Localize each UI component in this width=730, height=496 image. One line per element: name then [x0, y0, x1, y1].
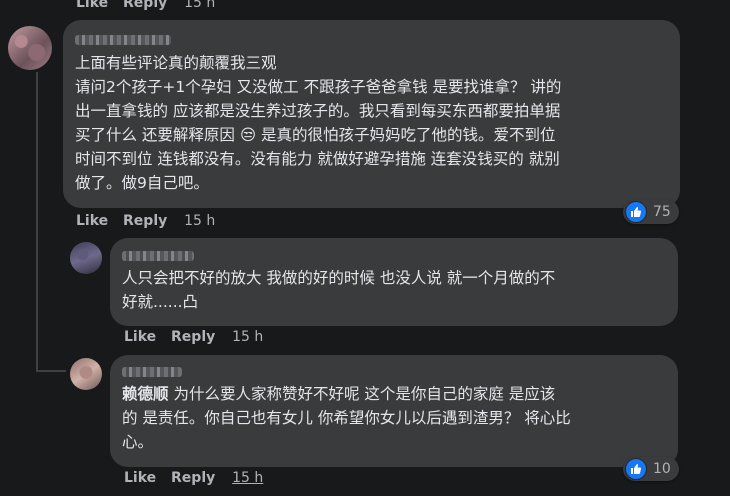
- reaction-count: 75: [653, 204, 671, 220]
- reply-link[interactable]: Reply: [171, 470, 215, 486]
- like-thumb-icon: [625, 201, 647, 223]
- comment-actions: Like Reply 15 h: [76, 213, 225, 229]
- reply-link[interactable]: Reply: [171, 329, 215, 345]
- like-link[interactable]: Like: [124, 470, 156, 486]
- like-link[interactable]: Like: [76, 213, 108, 229]
- top-comment-actions: Like Reply 15 h: [76, 0, 225, 11]
- comment-bubble: 上面有些评论真的颠覆我三观 请问2个孩子+1个孕妇 又没做工 不跟孩子爸爸拿钱 …: [63, 20, 680, 208]
- timestamp[interactable]: 15 h: [184, 0, 215, 11]
- reply-link[interactable]: Reply: [123, 213, 167, 229]
- comment-bubble: 赖德顺 为什么要人家称赞好不好呢 这个是你自己的家庭 是应该 的 是责任。你自己…: [110, 355, 678, 467]
- avatar[interactable]: [70, 242, 102, 274]
- comment-text: 上面有些评论真的颠覆我三观 请问2个孩子+1个孕妇 又没做工 不跟孩子爸爸拿钱 …: [75, 54, 562, 192]
- like-link[interactable]: Like: [76, 0, 108, 11]
- avatar[interactable]: [8, 26, 52, 70]
- comment-actions: Like Reply 15 h: [124, 470, 273, 486]
- comment-actions: Like Reply 15 h: [124, 329, 273, 345]
- thread-connector: [36, 370, 66, 372]
- reaction-count: 10: [653, 461, 671, 477]
- avatar[interactable]: [70, 358, 102, 390]
- timestamp[interactable]: 15 h: [184, 213, 215, 229]
- timestamp[interactable]: 15 h: [232, 470, 263, 486]
- thread-line: [36, 72, 38, 372]
- comment-text: 人只会把不好的放大 我做的好的时候 也没人说 就一个月做的不 好就......凸: [122, 269, 556, 311]
- like-thumb-icon: [625, 458, 647, 480]
- comment-bubble: 人只会把不好的放大 我做的好的时候 也没人说 就一个月做的不 好就......凸: [110, 238, 678, 326]
- like-link[interactable]: Like: [124, 329, 156, 345]
- author-name-blurred[interactable]: [75, 35, 171, 45]
- timestamp[interactable]: 15 h: [232, 329, 263, 345]
- author-name-blurred[interactable]: [122, 251, 194, 261]
- comment-author[interactable]: 赖德顺: [122, 385, 169, 403]
- author-name-blurred[interactable]: [122, 367, 182, 377]
- comment-text: 赖德顺 为什么要人家称赞好不好呢 这个是你自己的家庭 是应该 的 是责任。你自己…: [122, 385, 571, 451]
- reply-link[interactable]: Reply: [123, 0, 167, 11]
- reaction-summary[interactable]: 10: [623, 457, 679, 481]
- reaction-summary[interactable]: 75: [623, 200, 679, 224]
